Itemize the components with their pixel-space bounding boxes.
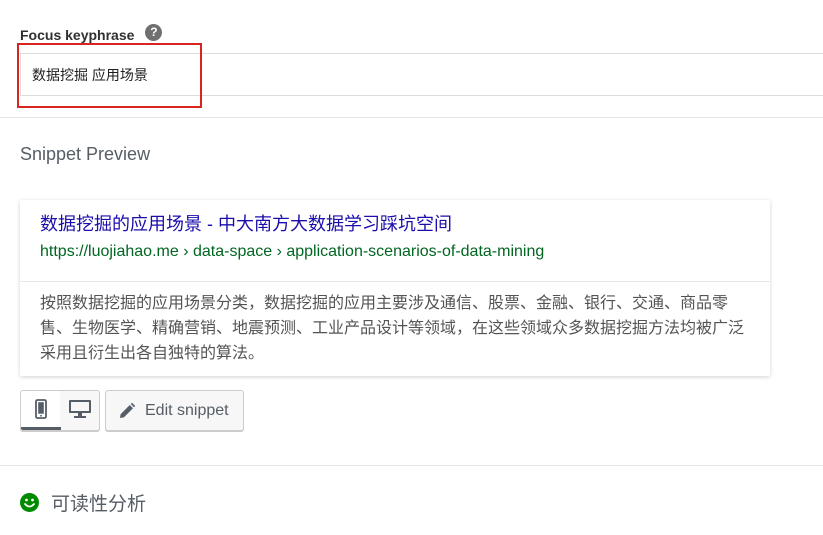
focus-keyphrase-label-row: Focus keyphrase ? [20,23,163,46]
desktop-preview-button[interactable] [60,391,99,430]
focus-keyphrase-label: Focus keyphrase [20,27,135,43]
mobile-phone-icon [34,398,47,424]
smiley-face-icon [20,492,39,512]
snippet-url[interactable]: https://luojiahao.me › data-space › appl… [40,243,544,261]
readability-analysis-toggle[interactable]: 可读性分析 [20,487,146,517]
readability-analysis-label: 可读性分析 [51,493,147,515]
edit-snippet-label: Edit snippet [145,401,229,419]
edit-snippet-button[interactable]: Edit snippet [105,390,244,431]
snippet-card-divider [20,281,770,282]
section-divider [0,117,823,118]
question-mark-icon[interactable]: ? [145,23,163,41]
desktop-monitor-icon [68,399,92,424]
preview-mode-switcher [20,390,100,431]
seo-panel: Focus keyphrase ? 数据挖掘 应用场景 Snippet Prev… [0,0,823,535]
pencil-icon [118,402,136,420]
snippet-description[interactable]: 按照数据挖掘的应用场景分类，数据挖掘的应用主要涉及通信、股票、金融、银行、交通、… [40,291,750,366]
mobile-preview-button[interactable] [21,391,61,430]
focus-keyphrase-input[interactable]: 数据挖掘 应用场景 [20,53,823,96]
focus-keyphrase-value: 数据挖掘 应用场景 [32,66,148,83]
snippet-title[interactable]: 数据挖掘的应用场景 - 中大南方大数据学习踩坑空间 [40,210,452,236]
snippet-preview-card[interactable]: 数据挖掘的应用场景 - 中大南方大数据学习踩坑空间 https://luojia… [20,200,770,376]
section-divider [0,465,823,466]
snippet-preview-heading: Snippet Preview [20,144,151,164]
